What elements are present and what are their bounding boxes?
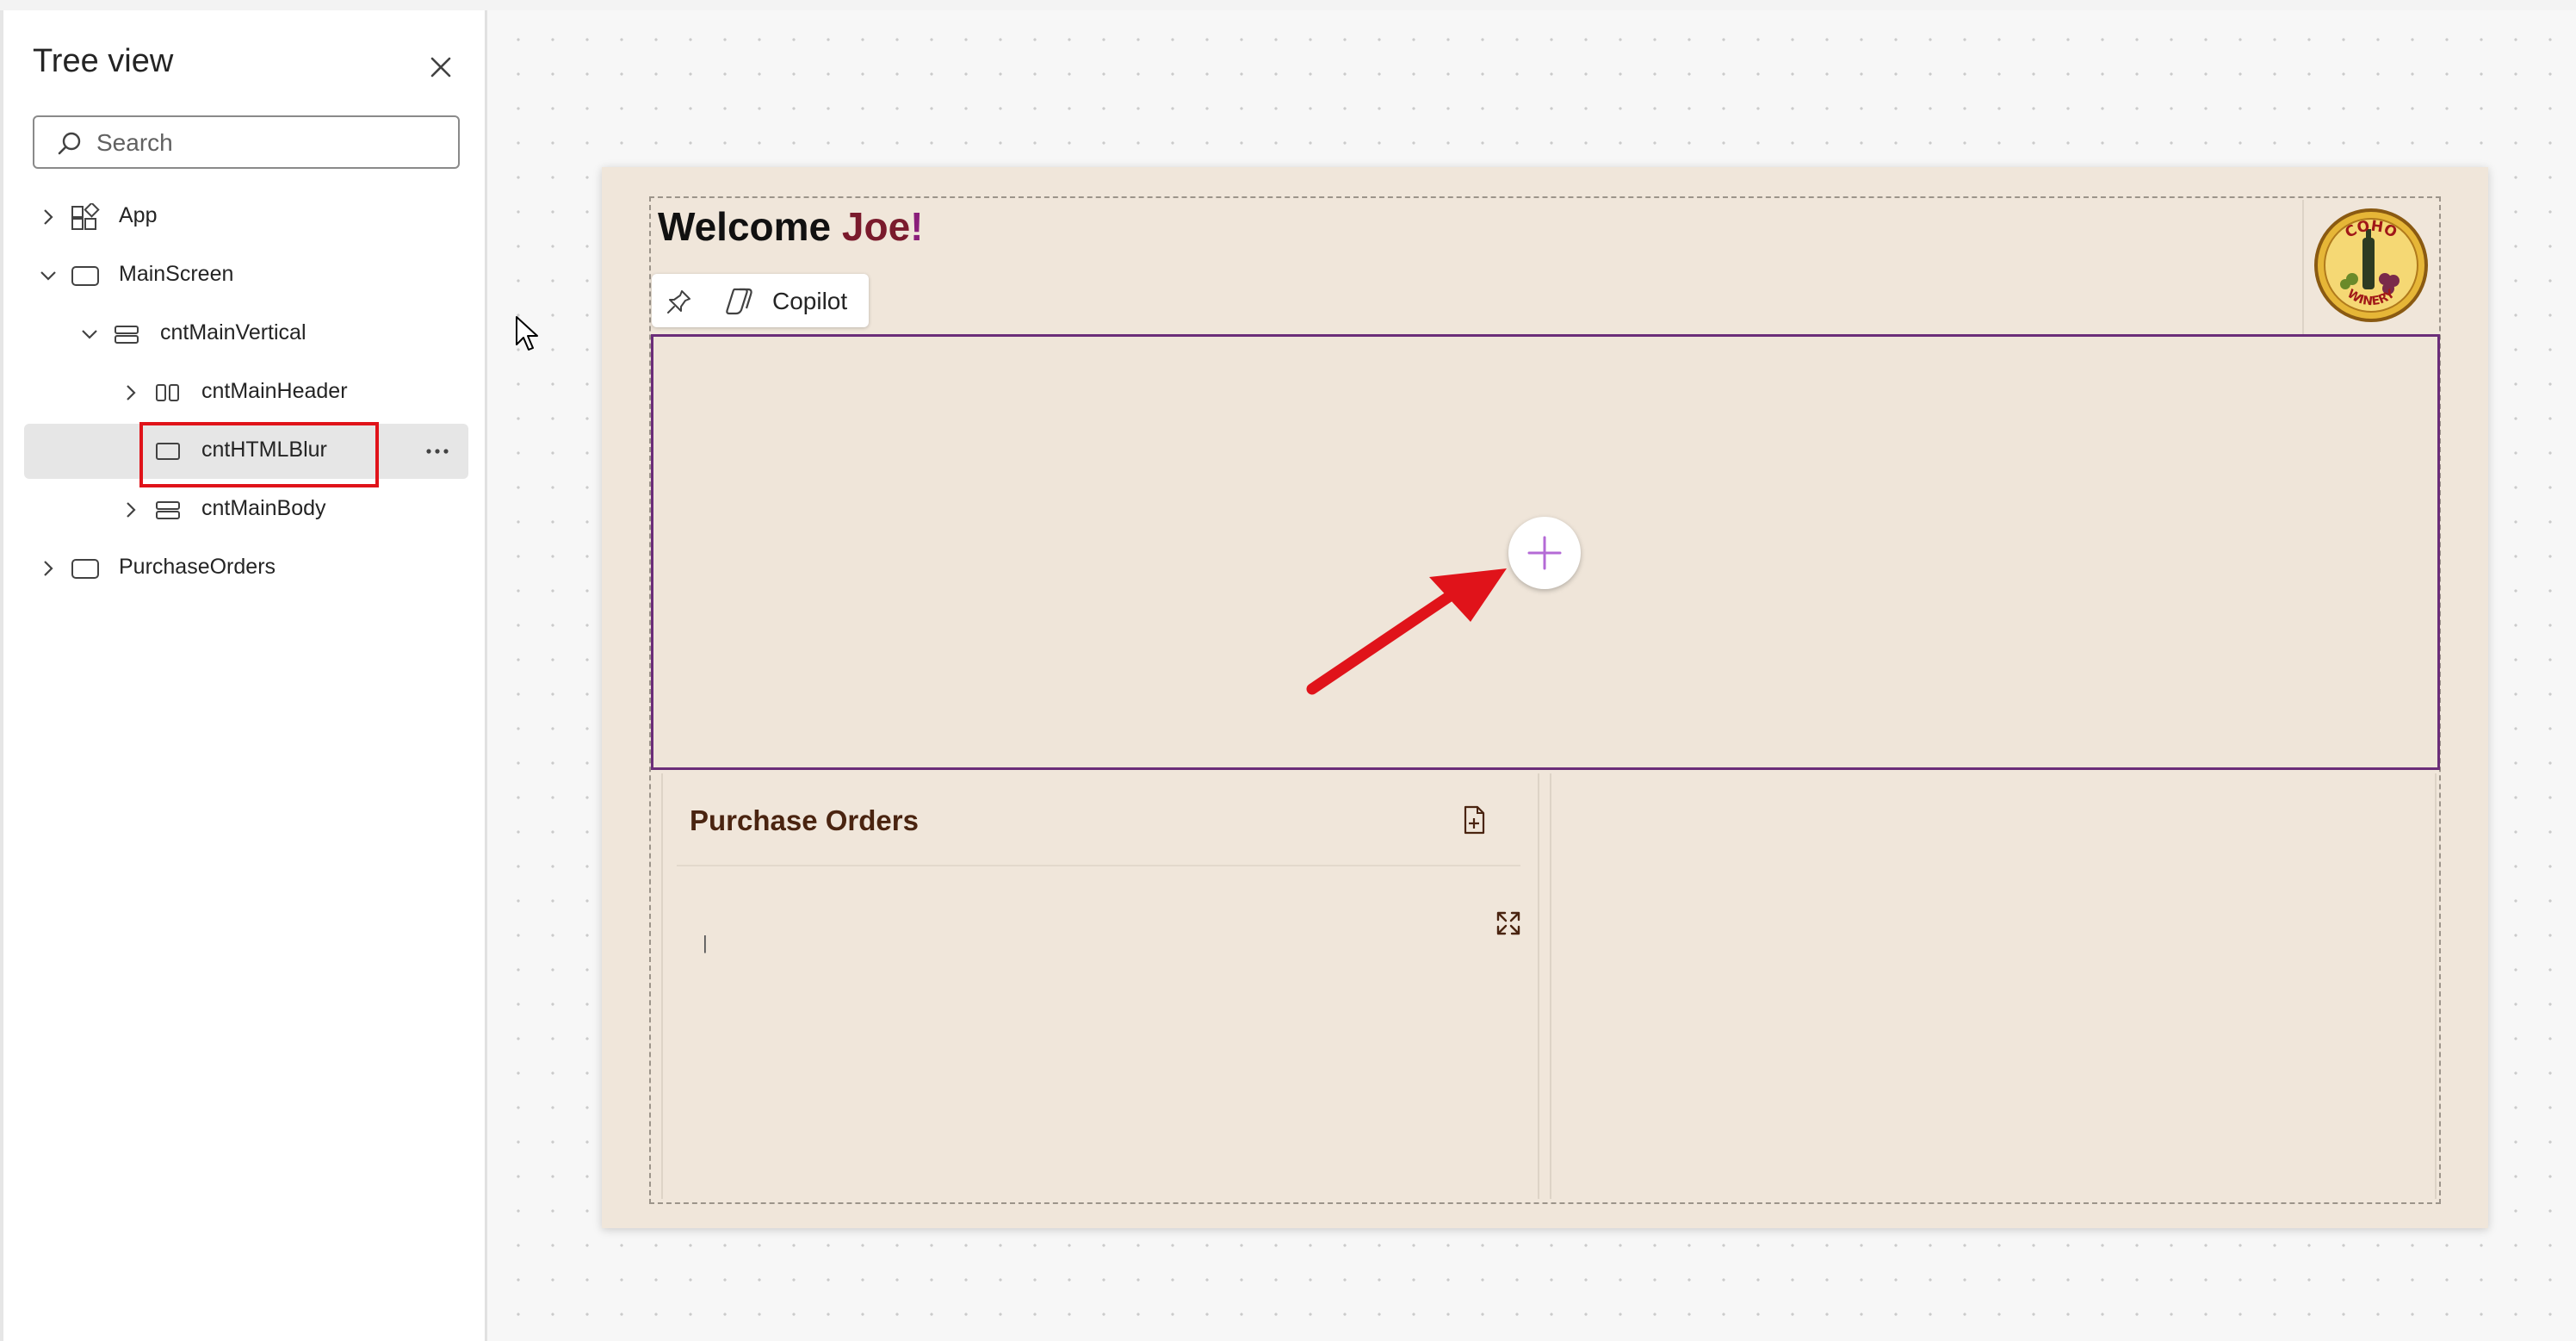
close-icon[interactable]	[424, 50, 458, 84]
tree-item-label: App	[119, 203, 158, 227]
screen-icon	[71, 559, 99, 579]
vertical-container-icon	[115, 326, 139, 344]
tree-item-label: PurchaseOrders	[119, 555, 276, 579]
chevron-right-icon[interactable]	[36, 556, 60, 580]
horizontal-container-icon	[156, 384, 179, 401]
tree-item-app[interactable]: App	[24, 189, 468, 245]
tree-item-label: MainScreen	[119, 262, 234, 286]
tree-view-panel: Tree view App MainScreen cntMainV	[0, 10, 487, 1341]
copilot-icon[interactable]	[722, 286, 755, 317]
mouse-pointer-icon	[516, 316, 538, 351]
chevron-down-icon[interactable]	[77, 322, 102, 346]
plus-icon	[1527, 536, 1562, 570]
detail-panel[interactable]	[1550, 773, 2437, 1199]
annotation-arrow	[1306, 568, 1507, 695]
tree-item-purchaseorders[interactable]: PurchaseOrders	[24, 541, 468, 596]
search-input[interactable]	[95, 126, 443, 160]
tree-item-mainscreen[interactable]: MainScreen	[24, 248, 468, 303]
welcome-label[interactable]: Welcome Joe!	[658, 203, 924, 250]
chevron-down-icon[interactable]	[36, 264, 60, 288]
search-icon	[58, 132, 81, 155]
chevron-right-icon[interactable]	[119, 498, 143, 522]
copilot-label[interactable]: Copilot	[772, 288, 847, 315]
tree-item-label: cntMainHeader	[201, 379, 348, 403]
search-box[interactable]	[33, 115, 460, 169]
divider	[677, 865, 1520, 866]
chevron-right-icon[interactable]	[36, 205, 60, 229]
vertical-container-icon	[156, 501, 180, 519]
new-document-icon[interactable]	[1460, 804, 1488, 835]
tree-item-cntmainvertical[interactable]: cntMainVertical	[24, 307, 468, 362]
tree-item-cntmainbody[interactable]: cntMainBody	[24, 482, 468, 537]
add-control-button[interactable]	[1508, 517, 1581, 589]
text-cursor: |	[703, 932, 708, 953]
expand-icon[interactable]	[1495, 910, 1522, 937]
purchase-orders-panel[interactable]	[661, 773, 1539, 1199]
tree-item-cntmainheader[interactable]: cntMainHeader	[24, 365, 468, 420]
chevron-right-icon[interactable]	[119, 381, 143, 405]
highlight-box	[139, 422, 379, 487]
copilot-toolbar: Copilot	[652, 274, 869, 327]
tree-item-label: cntMainBody	[201, 496, 326, 520]
screen-icon	[71, 266, 99, 286]
more-options-icon[interactable]	[420, 439, 455, 463]
purchase-orders-title: Purchase Orders	[690, 804, 919, 836]
app-icon	[71, 203, 100, 230]
welcome-prefix: Welcome	[658, 204, 842, 249]
pin-icon[interactable]	[666, 288, 693, 315]
coho-winery-logo[interactable]: COHO WINERY	[2313, 207, 2430, 324]
tree-item-label: cntMainVertical	[160, 320, 307, 345]
user-name: Joe	[841, 204, 911, 249]
tree-view-title: Tree view	[33, 43, 174, 79]
welcome-suffix: !	[910, 204, 924, 249]
